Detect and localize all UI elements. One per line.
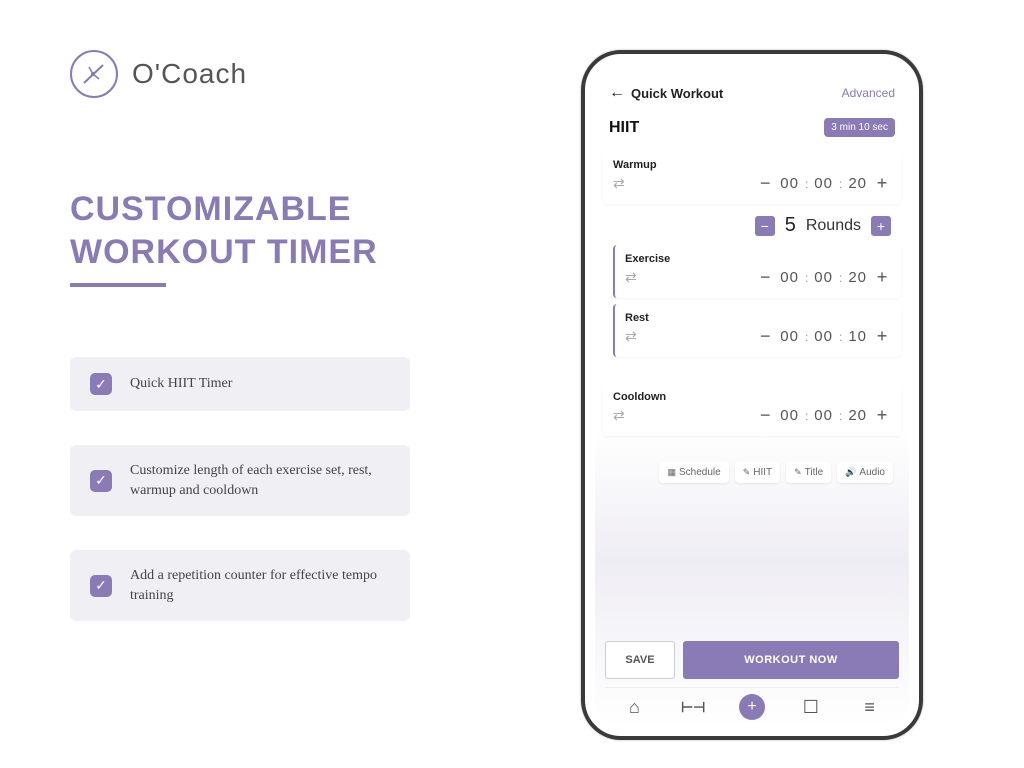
time-hh[interactable]: 00	[780, 328, 799, 345]
time-ss[interactable]: 20	[848, 175, 867, 192]
chip-hiit[interactable]: ✎HIIT	[735, 462, 780, 483]
increment-button[interactable]: +	[873, 267, 891, 288]
increment-button[interactable]: +	[873, 173, 891, 194]
time-ss[interactable]: 20	[848, 407, 867, 424]
bottom-nav: ⌂ ⊢⊣ + ☐ ≡	[605, 687, 899, 720]
headline-line2: WORKOUT TIMER	[70, 231, 520, 274]
menu-icon: ≡	[864, 697, 875, 718]
headline-underline	[70, 283, 166, 287]
workout-now-button[interactable]: WORKOUT NOW	[683, 641, 899, 679]
chip-title[interactable]: ✎Title	[786, 462, 831, 483]
dumbbell-icon: ⊢⊣	[681, 699, 705, 716]
time-ss[interactable]: 10	[848, 328, 867, 345]
back-button[interactable]: ← Quick Workout	[609, 84, 723, 102]
calendar-icon: ☐	[803, 697, 819, 718]
nav-menu[interactable]: ≡	[857, 694, 883, 720]
decrement-button[interactable]: −	[756, 326, 774, 347]
advanced-link[interactable]: Advanced	[842, 86, 895, 100]
repeat-icon[interactable]: ⇄	[625, 269, 637, 286]
feature-item: ✓ Add a repetition counter for effective…	[70, 550, 410, 621]
time-hh[interactable]: 00	[780, 175, 799, 192]
segment-exercise: Exercise ⇄ − 00 : 00 : 20 +	[613, 245, 901, 298]
brand-logo: O'Coach	[70, 50, 520, 98]
feature-text: Add a repetition counter for effective t…	[130, 566, 390, 605]
segment-cooldown: Cooldown ⇄ − 00 : 00 : 20 +	[603, 383, 901, 436]
home-icon: ⌂	[629, 697, 640, 718]
nav-home[interactable]: ⌂	[621, 694, 647, 720]
check-icon: ✓	[90, 470, 112, 492]
rounds-increment[interactable]: +	[871, 216, 891, 236]
nav-calendar[interactable]: ☐	[798, 694, 824, 720]
workout-title: HIIT	[609, 119, 639, 137]
time-hh[interactable]: 00	[780, 269, 799, 286]
time-mm[interactable]: 00	[814, 269, 833, 286]
logo-icon	[70, 50, 118, 98]
app-screen: ← Quick Workout Advanced HIIT 3 min 10 s…	[595, 64, 909, 726]
repeat-icon[interactable]: ⇄	[613, 407, 625, 424]
rounds-count: 5	[785, 214, 796, 237]
rounds-control: − 5 Rounds +	[603, 210, 901, 245]
rounds-decrement[interactable]: −	[755, 216, 775, 236]
increment-button[interactable]: +	[873, 405, 891, 426]
calendar-icon: ▦	[667, 467, 676, 478]
chip-schedule[interactable]: ▦Schedule	[659, 462, 728, 483]
segment-label: Cooldown	[613, 391, 891, 403]
nav-workouts[interactable]: ⊢⊣	[680, 694, 706, 720]
pencil-icon: ✎	[743, 467, 751, 478]
headline-line1: CUSTOMIZABLE	[70, 188, 520, 231]
plus-icon: +	[747, 698, 756, 716]
feature-item: ✓ Quick HIIT Timer	[70, 357, 410, 411]
increment-button[interactable]: +	[873, 326, 891, 347]
chip-audio[interactable]: 🔊Audio	[837, 462, 893, 483]
time-mm[interactable]: 00	[814, 328, 833, 345]
segment-label: Rest	[625, 312, 891, 324]
pencil-icon: ✎	[794, 467, 802, 478]
back-arrow-icon: ←	[609, 84, 625, 102]
repeat-icon[interactable]: ⇄	[613, 175, 625, 192]
rounds-label: Rounds	[806, 217, 861, 235]
decrement-button[interactable]: −	[756, 267, 774, 288]
time-mm[interactable]: 00	[814, 175, 833, 192]
check-icon: ✓	[90, 575, 112, 597]
segment-label: Exercise	[625, 253, 891, 265]
time-mm[interactable]: 00	[814, 407, 833, 424]
phone-mockup: ← Quick Workout Advanced HIIT 3 min 10 s…	[581, 50, 923, 740]
headline: CUSTOMIZABLE WORKOUT TIMER	[70, 188, 520, 273]
brand-name: O'Coach	[132, 58, 247, 90]
feature-text: Customize length of each exercise set, r…	[130, 461, 390, 500]
check-icon: ✓	[90, 373, 112, 395]
repeat-icon[interactable]: ⇄	[625, 328, 637, 345]
time-ss[interactable]: 20	[848, 269, 867, 286]
segment-label: Warmup	[613, 159, 891, 171]
decrement-button[interactable]: −	[756, 405, 774, 426]
feature-item: ✓ Customize length of each exercise set,…	[70, 445, 410, 516]
feature-text: Quick HIIT Timer	[130, 374, 232, 394]
decrement-button[interactable]: −	[756, 173, 774, 194]
audio-icon: 🔊	[845, 467, 856, 478]
segment-warmup: Warmup ⇄ − 00 : 00 : 20 +	[603, 151, 901, 204]
time-hh[interactable]: 00	[780, 407, 799, 424]
duration-badge: 3 min 10 sec	[824, 118, 895, 137]
screen-title: Quick Workout	[631, 86, 723, 101]
save-button[interactable]: SAVE	[605, 641, 675, 679]
segment-rest: Rest ⇄ − 00 : 00 : 10 +	[613, 304, 901, 357]
nav-add[interactable]: +	[739, 694, 765, 720]
